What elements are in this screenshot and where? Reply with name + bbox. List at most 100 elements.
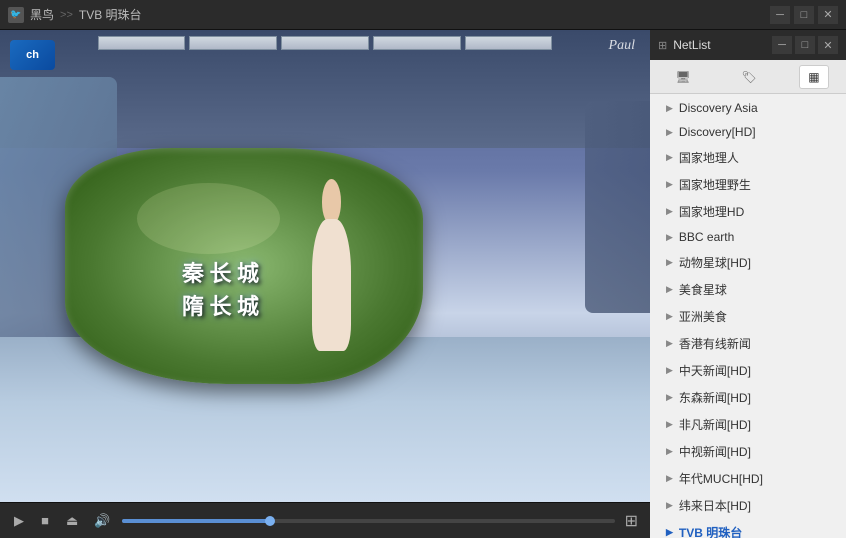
channel-name: 国家地理人 xyxy=(679,149,739,166)
channel-name: 纬来日本[HD] xyxy=(679,497,751,514)
channel-arrow-icon: ▶ xyxy=(666,127,673,138)
channel-arrow-icon: ▶ xyxy=(666,311,673,322)
right-panel: ⊞ NetList ─ □ ✕ 🖥 🏷 ▦ ▶ Discovery Asia ▶ Di… xyxy=(650,30,846,538)
light-2 xyxy=(189,36,277,50)
channel-arrow-icon: ▶ xyxy=(666,446,673,457)
channel-logo: ch xyxy=(10,40,55,70)
title-bar-controls: ─ □ ✕ xyxy=(770,6,838,24)
panel-header: ⊞ NetList ─ □ ✕ xyxy=(650,30,846,60)
channel-item[interactable]: ▶ 香港有线新闻 xyxy=(650,330,846,357)
channel-item[interactable]: ▶ 美食星球 xyxy=(650,276,846,303)
tvb-logo: Paul xyxy=(609,38,635,54)
controls-bar: ▶ ■ ⏏ 🔊 ⊞ xyxy=(0,502,650,538)
channel-item[interactable]: ▶ Discovery Asia xyxy=(650,96,846,120)
video-frame: ch Paul 秦 长 城 隋 长 城 xyxy=(0,30,650,502)
title-separator: >> xyxy=(60,9,73,21)
channel-name: 亚洲美食 xyxy=(679,308,727,325)
light-1 xyxy=(98,36,186,50)
channel-name: Discovery Asia xyxy=(679,101,758,115)
panel-maximize-button[interactable]: □ xyxy=(795,36,815,54)
presenter-body xyxy=(312,219,351,351)
eject-button[interactable]: ⏏ xyxy=(62,511,82,531)
channel-arrow-icon: ▶ xyxy=(666,473,673,484)
channel-item[interactable]: ▶ 中视新闻[HD] xyxy=(650,438,846,465)
channel-item[interactable]: ▶ 亚洲美食 xyxy=(650,303,846,330)
channel-item[interactable]: ▶ 国家地理HD xyxy=(650,198,846,225)
channel-item[interactable]: ▶ 国家地理人 xyxy=(650,144,846,171)
close-button[interactable]: ✕ xyxy=(818,6,838,24)
channel-arrow-icon: ▶ xyxy=(666,232,673,243)
light-4 xyxy=(373,36,461,50)
channel-item[interactable]: ▶ 非凡新闻[HD] xyxy=(650,411,846,438)
channel-item[interactable]: ▶ 纬来日本[HD] xyxy=(650,492,846,519)
progress-thumb xyxy=(265,516,275,526)
video-background: ch Paul 秦 长 城 隋 长 城 xyxy=(0,30,650,502)
channel-item[interactable]: ▶ BBC earth xyxy=(650,225,846,249)
panel-close-button[interactable]: ✕ xyxy=(818,36,838,54)
channel-arrow-icon: ▶ xyxy=(666,392,673,403)
progress-fill xyxy=(122,519,270,523)
volume-button[interactable]: 🔊 xyxy=(90,511,114,531)
video-subtitle: 秦 长 城 隋 长 城 xyxy=(182,257,259,323)
channel-item[interactable]: ▶东森新闻[HD] xyxy=(650,384,846,411)
channel-item[interactable]: ▶ TVB 明珠台 xyxy=(650,519,846,538)
maximize-button[interactable]: □ xyxy=(794,6,814,24)
panel-title: NetList xyxy=(673,38,766,52)
channel-name: 国家地理野生 xyxy=(679,176,751,193)
channel-name: 年代MUCH[HD] xyxy=(679,470,763,487)
panel-tab-bar: 🖥 🏷 ▦ xyxy=(650,60,846,94)
channel-name: 国家地理HD xyxy=(679,203,744,220)
channel-item[interactable]: ▶ 国家地理野生 xyxy=(650,171,846,198)
channel-name: 中天新闻[HD] xyxy=(679,362,751,379)
channel-item[interactable]: ▶ 中天新闻[HD] xyxy=(650,357,846,384)
channel-arrow-icon: ▶ xyxy=(666,527,673,538)
channel-arrow-icon: ▶ xyxy=(666,365,673,376)
play-pause-button[interactable]: ▶ xyxy=(10,511,28,531)
channel-arrow-icon: ▶ xyxy=(666,152,673,163)
title-bar-left: 🐦 黑鸟 >> TVB 明珠台 xyxy=(8,6,770,23)
channel-arrow-icon: ▶ xyxy=(666,206,673,217)
channel-name: 非凡新闻[HD] xyxy=(679,416,751,433)
light-5 xyxy=(465,36,553,50)
channel-arrow-icon: ▶ xyxy=(666,257,673,268)
channel-arrow-icon: ▶ xyxy=(666,284,673,295)
light-3 xyxy=(281,36,369,50)
panel-controls: ─ □ ✕ xyxy=(772,36,838,54)
subtitle-line1: 秦 长 城 xyxy=(182,257,259,290)
studio-lights xyxy=(98,36,553,50)
stop-button[interactable]: ■ xyxy=(36,511,54,530)
channel-arrow-icon: ▶ xyxy=(666,179,673,190)
app-name: 黑鸟 xyxy=(30,6,54,23)
main-content: ch Paul 秦 长 城 隋 长 城 ▶ xyxy=(0,30,846,538)
channel-name: 美食星球 xyxy=(679,281,727,298)
channel-arrow-icon: ▶ xyxy=(666,338,673,349)
channel-item[interactable]: ▶ 年代MUCH[HD] xyxy=(650,465,846,492)
progress-bar[interactable] xyxy=(122,519,614,523)
channel-name: 动物星球[HD] xyxy=(679,254,751,271)
grid-view-button[interactable]: ⊞ xyxy=(623,509,640,533)
channel-arrow-icon: ▶ xyxy=(666,419,673,430)
app-icon: 🐦 xyxy=(8,7,24,23)
channel-arrow-icon: ▶ xyxy=(666,103,673,114)
tab-tag[interactable]: 🏷 xyxy=(733,66,764,88)
title-bar: 🐦 黑鸟 >> TVB 明珠台 ─ □ ✕ xyxy=(0,0,846,30)
presenter xyxy=(312,219,351,351)
studio-right-wall xyxy=(585,101,650,313)
channel-arrow-icon: ▶ xyxy=(666,500,673,511)
video-area: ch Paul 秦 长 城 隋 长 城 ▶ xyxy=(0,30,650,538)
channel-name: Discovery[HD] xyxy=(679,125,756,139)
channel-name: 中视新闻[HD] xyxy=(679,443,751,460)
subtitle-line2: 隋 长 城 xyxy=(182,290,259,323)
channel-title: TVB 明珠台 xyxy=(79,6,142,23)
minimize-button[interactable]: ─ xyxy=(770,6,790,24)
channel-name: BBC earth xyxy=(679,230,734,244)
map-highlight xyxy=(137,183,280,254)
panel-minimize-button[interactable]: ─ xyxy=(772,36,792,54)
channel-item[interactable]: ▶ 动物星球[HD] xyxy=(650,249,846,276)
channel-name: TVB 明珠台 xyxy=(679,524,742,538)
tab-grid[interactable]: ▦ xyxy=(799,65,828,89)
channel-item[interactable]: ▶ Discovery[HD] xyxy=(650,120,846,144)
channel-list[interactable]: ▶ Discovery Asia ▶ Discovery[HD] ▶ 国家地理人 ▶ 国家地理… xyxy=(650,94,846,538)
tab-monitor[interactable]: 🖥 xyxy=(667,66,698,88)
channel-name: 香港有线新闻 xyxy=(679,335,751,352)
